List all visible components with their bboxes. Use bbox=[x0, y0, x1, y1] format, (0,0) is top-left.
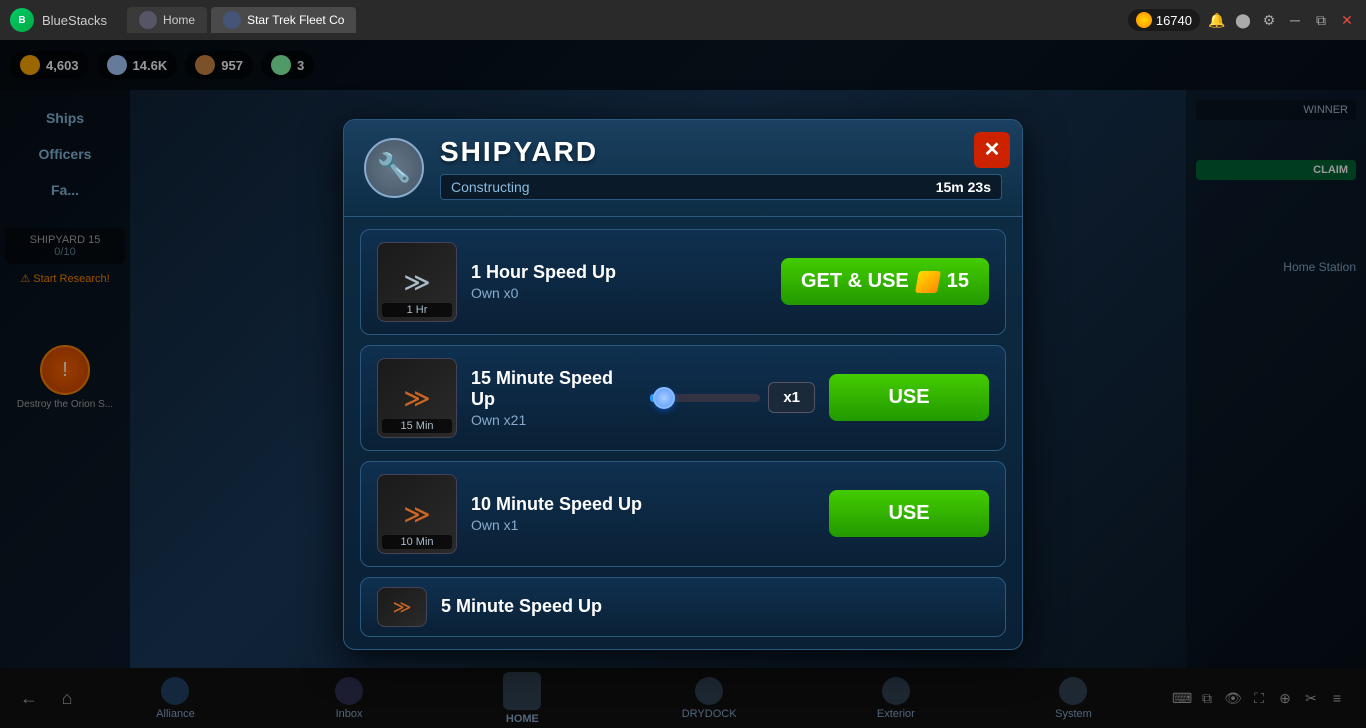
speedup-icon-5min: ≫ bbox=[377, 587, 427, 627]
bluestacks-logo: B bbox=[10, 8, 34, 32]
slider-track-15min[interactable] bbox=[650, 394, 760, 402]
speedup-name-1hr: 1 Hour Speed Up bbox=[471, 262, 767, 283]
modal-close-btn[interactable]: ✕ bbox=[974, 132, 1010, 168]
get-use-button[interactable]: GET & USE 15 bbox=[781, 258, 989, 305]
shipyard-modal: 🔧 SHIPYARD Constructing 15m 23s ✕ ≫ 1 Hr bbox=[343, 119, 1023, 650]
speedup-actions-1hr: GET & USE 15 bbox=[781, 258, 989, 305]
notification-icon[interactable]: 🔔 bbox=[1208, 11, 1226, 29]
speedup-name-15min: 15 Minute Speed Up bbox=[471, 368, 636, 410]
speedup-info-1hr: 1 Hour Speed Up Own x0 bbox=[471, 262, 767, 301]
speedup-arrows-10min: ≫ bbox=[403, 501, 430, 527]
restore-btn[interactable]: ⧉ bbox=[1312, 11, 1330, 29]
shipyard-header-icon: 🔧 bbox=[364, 138, 424, 198]
speedup-info-10min: 10 Minute Speed Up Own x1 bbox=[471, 494, 815, 533]
speedup-item-15min: ≫ 15 Min 15 Minute Speed Up Own x21 x1 bbox=[360, 345, 1006, 451]
slider-thumb-15min[interactable] bbox=[653, 387, 675, 409]
modal-overlay: 🔧 SHIPYARD Constructing 15m 23s ✕ ≫ 1 Hr bbox=[0, 40, 1366, 728]
header-text: SHIPYARD Constructing 15m 23s bbox=[440, 136, 1002, 200]
get-use-text: GET & USE bbox=[801, 270, 909, 293]
speedup-duration-15min: 15 Min bbox=[382, 419, 452, 433]
settings-icon[interactable]: ⚙ bbox=[1260, 11, 1278, 29]
slider-area-15min[interactable]: x1 bbox=[650, 382, 815, 413]
quantity-box-15min: x1 bbox=[768, 382, 815, 413]
use-button-10min[interactable]: USE bbox=[829, 490, 989, 537]
minimize-btn[interactable]: ─ bbox=[1286, 11, 1304, 29]
modal-header: 🔧 SHIPYARD Constructing 15m 23s ✕ bbox=[344, 120, 1022, 217]
use-text-15min: USE bbox=[888, 386, 929, 408]
speedup-info-15min: 15 Minute Speed Up Own x21 bbox=[471, 368, 636, 428]
modal-title: SHIPYARD bbox=[440, 136, 1002, 168]
speedup-arrows-5min: ≫ bbox=[393, 598, 412, 616]
coins-display: 16740 bbox=[1128, 9, 1200, 31]
speedup-item-1hr: ≫ 1 Hr 1 Hour Speed Up Own x0 GET & USE … bbox=[360, 229, 1006, 335]
game-tab[interactable]: Star Trek Fleet Co bbox=[211, 7, 356, 33]
game-tab-icon bbox=[223, 11, 241, 29]
speedup-name-10min: 10 Minute Speed Up bbox=[471, 494, 815, 515]
speedup-arrows-1hr: ≫ bbox=[403, 269, 430, 295]
use-button-15min[interactable]: USE bbox=[829, 374, 989, 421]
speedup-item-5min-partial: ≫ 5 Minute Speed Up bbox=[360, 577, 1006, 637]
speedup-duration-10min: 10 Min bbox=[382, 535, 452, 549]
speedup-icon-10min: ≫ 10 Min bbox=[377, 474, 457, 554]
get-use-cost: 15 bbox=[947, 270, 969, 293]
speedup-actions-10min: USE bbox=[829, 490, 989, 537]
constructing-time: 15m 23s bbox=[936, 179, 991, 195]
speedup-own-15min: Own x21 bbox=[471, 412, 636, 428]
modal-body: ≫ 1 Hr 1 Hour Speed Up Own x0 GET & USE … bbox=[344, 217, 1022, 649]
use-text-10min: USE bbox=[888, 502, 929, 524]
titlebar-right: 16740 🔔 ⬤ ⚙ ─ ⧉ ✕ bbox=[1128, 9, 1356, 31]
constructing-bar: Constructing 15m 23s bbox=[440, 174, 1002, 200]
app-name: BlueStacks bbox=[42, 13, 107, 28]
home-tab[interactable]: Home bbox=[127, 7, 207, 33]
speedup-icon-15min: ≫ 15 Min bbox=[377, 358, 457, 438]
speedup-arrows-15min: ≫ bbox=[403, 385, 430, 411]
speedup-info-5min: 5 Minute Speed Up bbox=[441, 596, 989, 617]
speedup-own-1hr: Own x0 bbox=[471, 285, 767, 301]
constructing-label: Constructing bbox=[451, 179, 936, 195]
titlebar: B BlueStacks Home Star Trek Fleet Co 167… bbox=[0, 0, 1366, 40]
speedup-icon-1hr: ≫ 1 Hr bbox=[377, 242, 457, 322]
speedup-actions-15min: USE bbox=[829, 374, 989, 421]
speedup-item-10min: ≫ 10 Min 10 Minute Speed Up Own x1 USE bbox=[360, 461, 1006, 567]
circle-icon[interactable]: ⬤ bbox=[1234, 11, 1252, 29]
gold-icon bbox=[915, 271, 941, 293]
speedup-own-10min: Own x1 bbox=[471, 517, 815, 533]
speedup-name-5min: 5 Minute Speed Up bbox=[441, 596, 989, 617]
wrench-icon: 🔧 bbox=[377, 151, 412, 184]
home-tab-icon bbox=[139, 11, 157, 29]
coin-icon bbox=[1136, 12, 1152, 28]
speedup-duration-1hr: 1 Hr bbox=[382, 303, 452, 317]
window-close-btn[interactable]: ✕ bbox=[1338, 11, 1356, 29]
coins-value: 16740 bbox=[1156, 13, 1192, 28]
